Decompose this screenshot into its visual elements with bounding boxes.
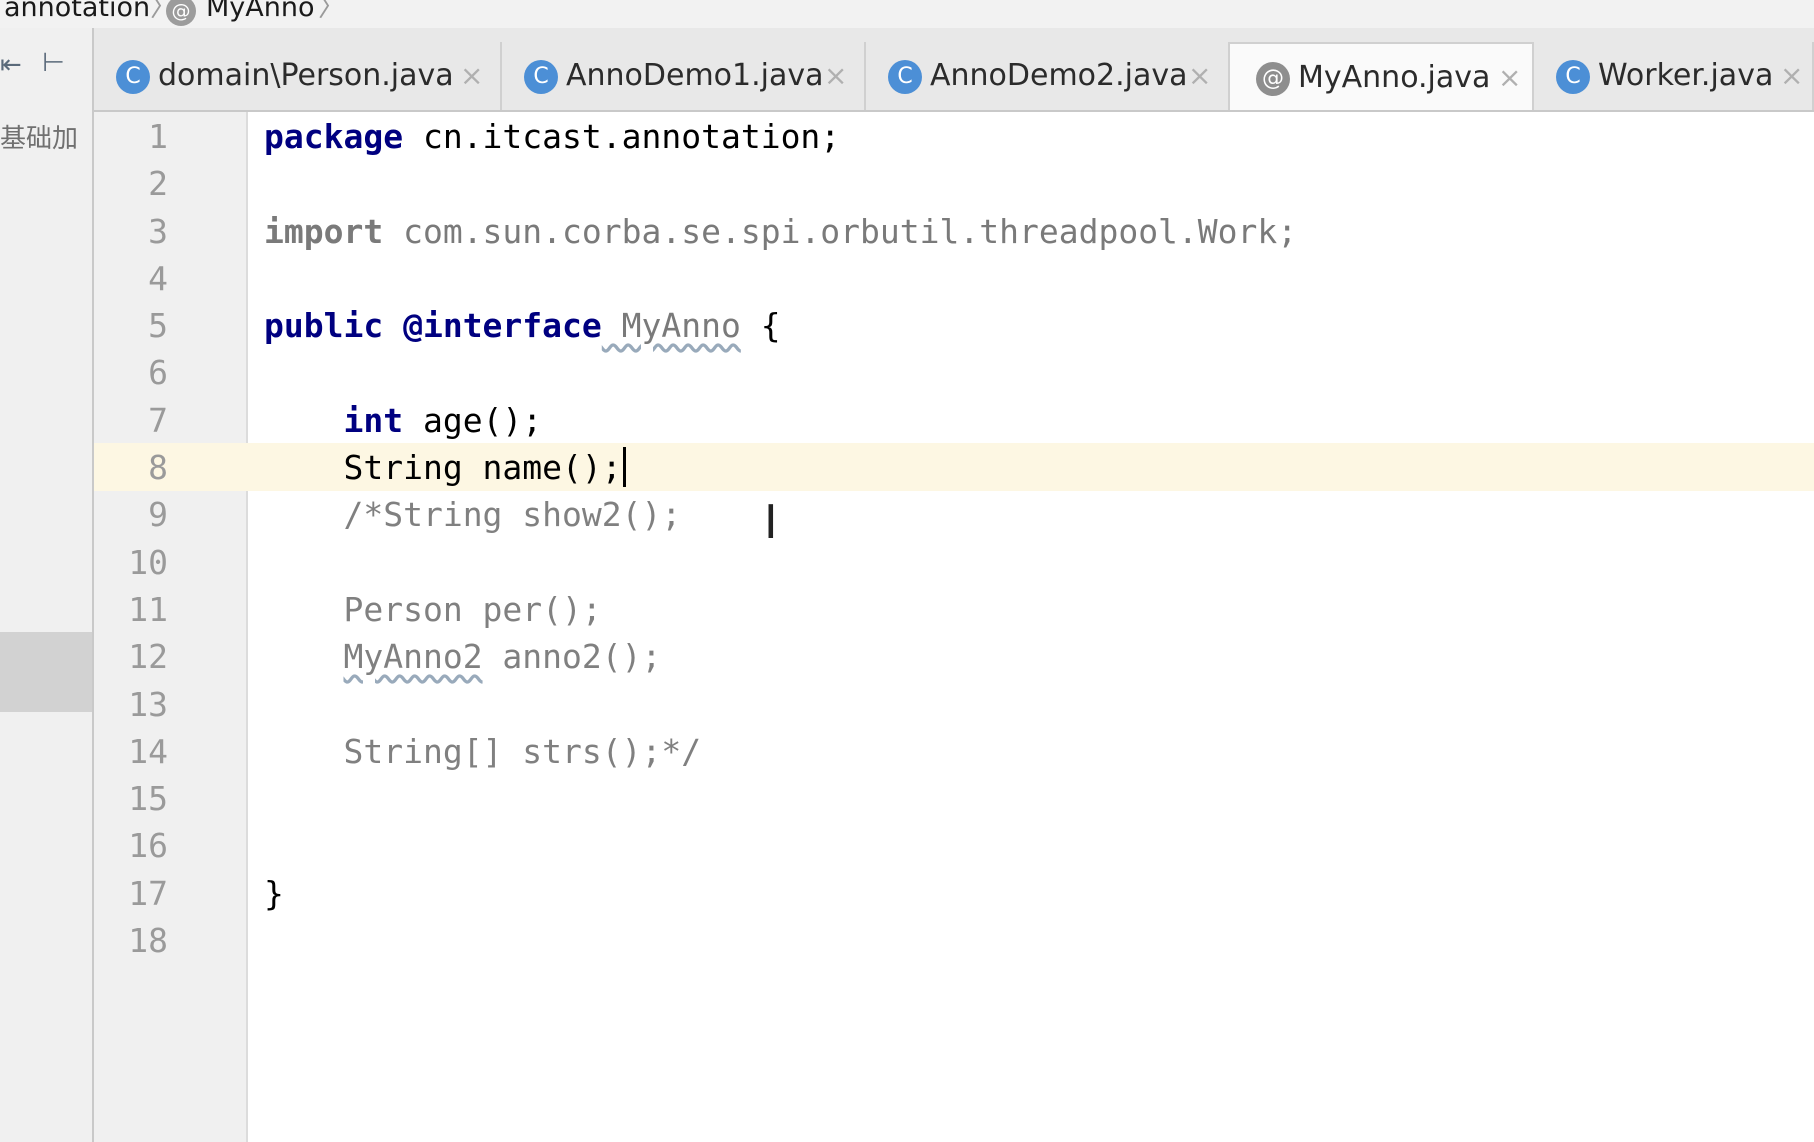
breadcrumb-separator: 〉 [318, 0, 345, 23]
keyword: public [264, 306, 384, 346]
code-text: String name(); [343, 448, 622, 488]
annotation-type-icon: @ [1256, 62, 1290, 96]
keyword: package [264, 117, 404, 156]
close-icon[interactable]: × [1780, 42, 1803, 110]
code-line[interactable]: 1 package cn.itcast.annotation; [94, 113, 1814, 160]
line-number: 8 [148, 448, 168, 488]
code-line[interactable]: 16 [94, 822, 1814, 869]
class-icon: C [1556, 60, 1590, 94]
code-line[interactable]: 5 public @interface MyAnno { [94, 302, 1814, 349]
tab-myanno-java[interactable]: @ MyAnno.java × [1230, 42, 1534, 110]
selected-tree-row[interactable] [0, 632, 92, 712]
class-icon: C [116, 60, 150, 94]
code-line-current[interactable]: 8 String name(); [94, 444, 1814, 491]
keyword: @interface [383, 306, 602, 346]
line-number: 11 [128, 589, 168, 629]
code-line[interactable]: 18 [94, 917, 1814, 964]
code-line[interactable]: 9 /*String show2(); [94, 491, 1814, 538]
code-line[interactable]: 11 Person per(); [94, 586, 1814, 633]
tab-person-java[interactable]: C domain\Person.java × [94, 42, 502, 110]
code-line[interactable]: 3 import com.sun.corba.se.spi.orbutil.th… [94, 208, 1814, 255]
project-panel-edge: ⇤ ⊢ 基础加 [0, 28, 94, 1142]
keyword: import [264, 211, 384, 251]
keyword: int [343, 400, 404, 440]
annotation-type-icon: @ [166, 0, 196, 26]
code-line[interactable]: 14 String[] strs();*/ [94, 728, 1814, 775]
tab-label: AnnoDemo2.java [930, 58, 1188, 93]
code-lines[interactable]: 1 package cn.itcast.annotation; 2 3 impo… [94, 113, 1814, 964]
code-line[interactable]: 2 [94, 160, 1814, 207]
code-line[interactable]: 13 [94, 681, 1814, 728]
code-line[interactable]: 12 MyAnno2 anno2(); [94, 633, 1814, 680]
collapse-icon[interactable]: ⇤ [0, 50, 22, 80]
comment-text: MyAnno2 [343, 637, 483, 677]
comment-text: String[] strs();*/ [343, 731, 702, 771]
line-number: 2 [148, 164, 168, 204]
project-tree-label[interactable]: 基础加 [0, 118, 92, 155]
pin-left-icon[interactable]: ⊢ [42, 48, 65, 78]
close-icon[interactable]: × [460, 42, 483, 110]
editor-tab-bar: C domain\Person.java × C AnnoDemo1.java … [94, 28, 1814, 112]
line-number: 6 [148, 353, 168, 393]
line-number: 9 [148, 495, 168, 535]
tab-label: domain\Person.java [158, 58, 454, 93]
line-number: 5 [148, 306, 168, 346]
code-line[interactable]: 4 [94, 255, 1814, 302]
code-line[interactable]: 17 } [94, 870, 1814, 917]
code-line[interactable]: 7 int age(); [94, 397, 1814, 444]
line-number: 13 [128, 684, 168, 724]
line-number: 16 [128, 826, 168, 866]
code-text: { [740, 306, 781, 346]
tab-annodemo2-java[interactable]: C AnnoDemo2.java × [866, 42, 1230, 110]
line-number: 17 [128, 873, 168, 913]
comment-text: anno2(); [482, 637, 662, 677]
close-icon[interactable]: × [1498, 44, 1521, 112]
breadcrumb-file[interactable]: MyAnno [206, 0, 315, 21]
line-number: 18 [128, 921, 168, 961]
tab-label: Worker.java [1598, 58, 1774, 93]
code-text: age(); [403, 400, 543, 440]
line-number: 15 [128, 779, 168, 819]
code-line[interactable]: 10 [94, 539, 1814, 586]
comment-text: /*String show2(); [343, 495, 682, 535]
class-icon: C [888, 60, 922, 94]
type-name: MyAnno [601, 306, 741, 346]
ibeam-cursor-icon: I [764, 495, 778, 549]
code-line[interactable]: 15 [94, 775, 1814, 822]
line-number: 14 [128, 731, 168, 771]
tab-worker-java[interactable]: C Worker.java × [1534, 42, 1814, 110]
comment-text: Person per(); [343, 589, 602, 629]
line-number: 4 [148, 258, 168, 298]
close-icon[interactable]: × [1188, 42, 1211, 110]
line-number: 1 [148, 117, 168, 156]
tab-label: AnnoDemo1.java [566, 58, 824, 93]
close-icon[interactable]: × [824, 42, 847, 110]
line-number: 7 [148, 400, 168, 440]
text-caret [622, 447, 626, 488]
tab-annodemo1-java[interactable]: C AnnoDemo1.java × [502, 42, 866, 110]
line-number: 12 [128, 637, 168, 677]
code-line[interactable]: 6 [94, 349, 1814, 396]
breadcrumb-package[interactable]: annotation [4, 0, 150, 21]
class-icon: C [524, 60, 558, 94]
line-number: 10 [128, 542, 168, 582]
line-number: 3 [148, 211, 168, 251]
tab-label: MyAnno.java [1298, 60, 1491, 95]
code-text: } [264, 873, 284, 913]
breadcrumb: annotation 〉 @ MyAnno 〉 [0, 0, 1814, 29]
code-text: cn.itcast.annotation; [403, 117, 841, 156]
code-text: com.sun.corba.se.spi.orbutil.threadpool.… [383, 211, 1298, 251]
